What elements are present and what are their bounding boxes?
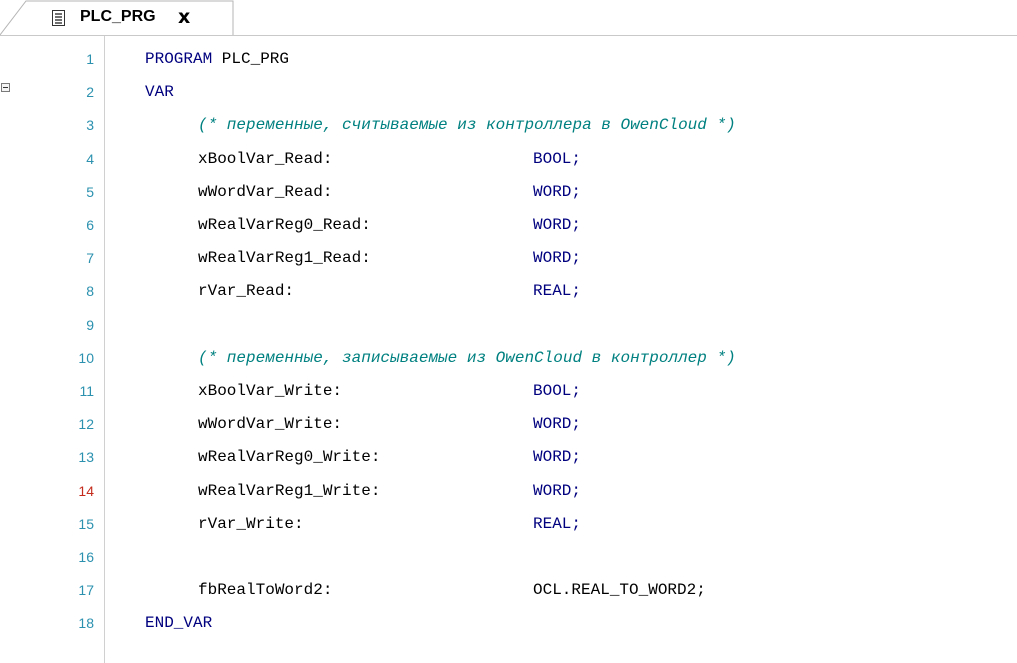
document-icon	[52, 10, 65, 26]
variable-name: xBoolVar_Read:	[198, 149, 333, 168]
variable-name: wRealVarReg0_Write:	[198, 448, 381, 467]
code-comment: (* переменные, считываемые из контроллер…	[198, 116, 736, 135]
variable-name: wRealVarReg1_Write:	[198, 481, 381, 500]
close-icon[interactable]: x	[178, 6, 190, 28]
code-line[interactable]: 8 rVar_Read: REAL;	[0, 278, 1017, 308]
variable-name: wRealVarReg0_Read:	[198, 216, 371, 234]
line-number: 5	[86, 183, 94, 200]
variable-name: wRealVarReg1_Read:	[198, 249, 371, 268]
variable-name: xBoolVar_Write:	[198, 382, 343, 400]
code-line[interactable]: 10 (* переменные, записываемые из OwenClo…	[0, 345, 1017, 375]
variable-type: REAL;	[533, 514, 582, 533]
variable-type: WORD;	[533, 216, 582, 234]
code-line[interactable]: 3 (* переменные, считываемые из контролле…	[0, 112, 1017, 142]
code-line[interactable]: 7 wRealVarReg1_Read: WORD;	[0, 245, 1017, 275]
line-number: 8	[86, 283, 94, 300]
line-number: 3	[86, 117, 94, 134]
code-line[interactable]: 17 fbRealToWord2: OCL.REAL_TO_WORD2;	[0, 577, 1017, 607]
code-line[interactable]: 16	[0, 544, 1017, 574]
code-editor[interactable]: 1 PROGRAM PLC_PRG 2 VAR 3 (* переменные, счит…	[0, 36, 1017, 663]
variable-type: WORD;	[533, 415, 582, 434]
code-line[interactable]: 5 wWordVar_Read: WORD;	[0, 179, 1017, 209]
code-line[interactable]: 1 PROGRAM PLC_PRG	[0, 46, 1017, 76]
line-number: 1	[86, 51, 94, 67]
variable-name: wWordVar_Write:	[198, 415, 343, 434]
line-number: 12	[78, 416, 94, 433]
line-number: 7	[86, 250, 94, 267]
line-number: 2	[86, 84, 94, 101]
code-line[interactable]: 18 END_VAR	[0, 610, 1017, 640]
keyword: PROGRAM	[145, 50, 213, 68]
line-number: 10	[78, 349, 94, 366]
tab-title: PLC_PRG	[80, 8, 156, 25]
tab-plc-prg[interactable]: PLC_PRG x	[0, 0, 234, 36]
code-line[interactable]: 15 rVar_Write: REAL;	[0, 511, 1017, 541]
line-number: 16	[78, 549, 94, 565]
keyword: END_VAR	[145, 614, 213, 633]
line-number: 4	[86, 150, 94, 167]
variable-type: OCL.REAL_TO_WORD2;	[533, 581, 706, 600]
variable-type: BOOL;	[533, 382, 582, 400]
variable-type: BOOL;	[533, 149, 582, 168]
variable-name: rVar_Write:	[198, 514, 304, 533]
variable-type: REAL;	[533, 282, 582, 301]
line-number: 17	[78, 582, 94, 599]
variable-name: fbRealToWord2:	[198, 581, 333, 600]
code-line[interactable]: 9	[0, 312, 1017, 342]
variable-type: WORD;	[533, 481, 582, 500]
variable-type: WORD;	[533, 249, 582, 268]
code-line[interactable]: 11 xBoolVar_Write: BOOL;	[0, 378, 1017, 408]
variable-type: WORD;	[533, 182, 582, 201]
line-number: 13	[78, 449, 94, 466]
keyword: VAR	[145, 83, 174, 102]
variable-name: wWordVar_Read:	[198, 182, 333, 201]
code-comment: (* переменные, записываемые из OwenCloud…	[198, 348, 736, 367]
variable-name: rVar_Read:	[198, 282, 295, 301]
line-number: 6	[86, 217, 94, 233]
line-number: 11	[79, 383, 94, 399]
code-line[interactable]: 4 xBoolVar_Read: BOOL;	[0, 146, 1017, 176]
code-line[interactable]: 14 wRealVarReg1_Write: WORD;	[0, 478, 1017, 508]
line-number: 18	[78, 615, 94, 632]
program-name: PLC_PRG	[212, 50, 289, 68]
variable-type: WORD;	[533, 448, 582, 467]
code-line[interactable]: 13 wRealVarReg0_Write: WORD;	[0, 444, 1017, 474]
code-line[interactable]: 2 VAR	[0, 79, 1017, 109]
line-number: 9	[86, 316, 94, 333]
line-number: 14	[78, 482, 94, 499]
editor-tab-bar: PLC_PRG x	[0, 0, 1017, 36]
code-line[interactable]: 6 wRealVarReg0_Read: WORD;	[0, 212, 1017, 242]
line-number: 15	[78, 515, 94, 532]
code-line[interactable]: 12 wWordVar_Write: WORD;	[0, 411, 1017, 441]
